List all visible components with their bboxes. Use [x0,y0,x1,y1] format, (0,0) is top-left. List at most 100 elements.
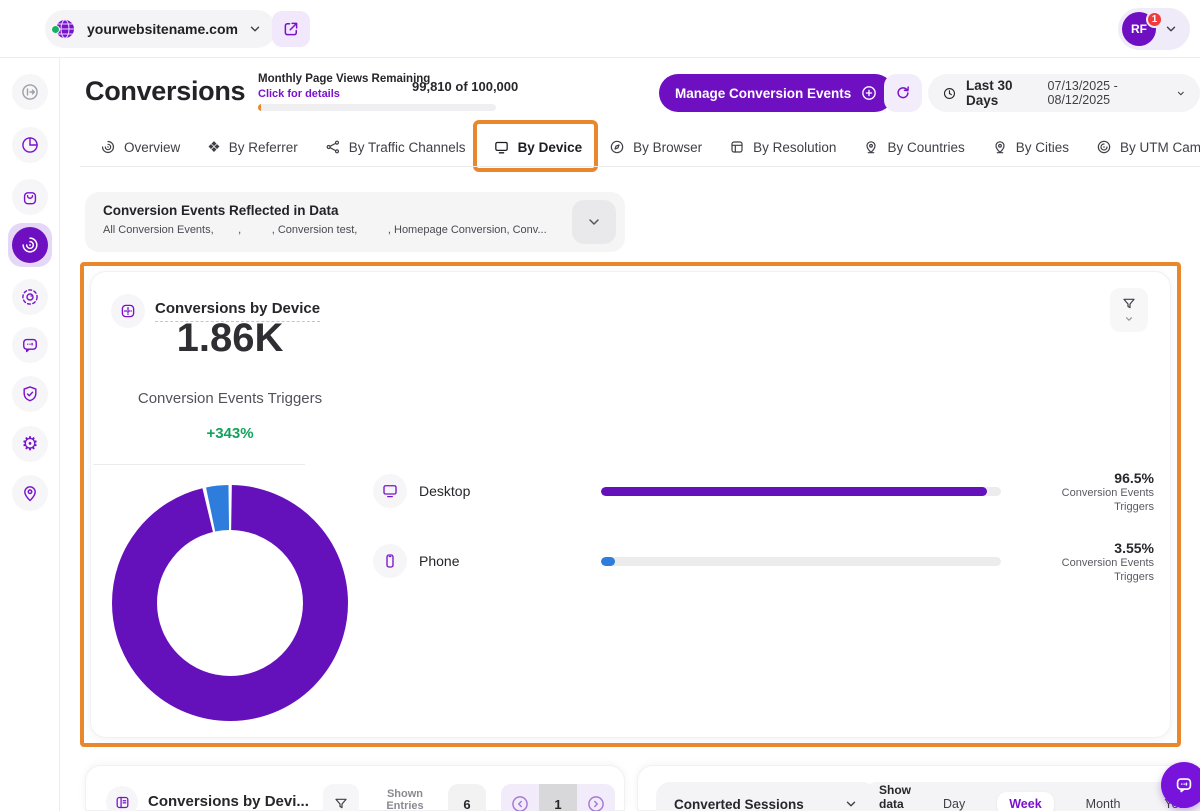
prev-page-button[interactable] [501,784,539,811]
chat-bubble-icon [20,335,40,355]
tab-label: By Traffic Channels [349,140,466,155]
diamond-icon: ❖ [207,140,220,155]
sidebar-item-privacy[interactable] [12,376,48,412]
website-selector[interactable]: yourwebsitename.com [45,10,276,48]
gear-icon: ⚙ [21,435,38,454]
refresh-icon [894,84,912,102]
plus-circle-icon [860,84,878,102]
pin-icon [863,139,879,155]
metric-dropdown-label: Converted Sessions [674,797,804,811]
sidebar-item-recordings[interactable] [12,279,48,315]
chevron-down-icon [844,797,858,811]
table-filter-button[interactable] [323,784,359,811]
sidebar-item-ecommerce[interactable] [12,179,48,215]
tab-by-device[interactable]: By Device [493,128,583,166]
tab-by-utm-campaign[interactable]: By UTM Campaign [1096,128,1200,166]
manage-conversion-events-button[interactable]: Manage Conversion Events [659,74,894,112]
tab-by-cities[interactable]: By Cities [992,128,1069,166]
user-menu[interactable]: RF 1 [1118,8,1190,50]
tab-by-referrer[interactable]: ❖ By Referrer [207,128,297,166]
desktop-bar-track [601,487,1001,496]
report-tabs: Overview ❖ By Referrer By Traffic Channe… [100,128,1200,166]
quota-progress-bar [258,104,496,111]
table-icon [106,786,138,811]
tab-by-browser[interactable]: By Browser [609,128,702,166]
tab-by-countries[interactable]: By Countries [863,128,964,166]
total-value: 1.86K [129,316,331,361]
spiral-icon [100,139,116,155]
session-camera-icon [20,287,40,307]
avatar-initials: RF [1131,22,1147,36]
date-range-label: Last 30 Days [966,78,1039,108]
arrow-left-circle-icon [510,794,530,811]
phone-metric-label2: Triggers [1062,570,1154,584]
compass-icon [609,139,625,155]
network-icon [325,139,341,155]
location-pin-icon [20,483,40,503]
tab-label: Overview [124,140,180,155]
phone-percent: 3.55% [1062,540,1154,556]
manage-button-label: Manage Conversion Events [675,86,851,101]
phone-metric-label: Conversion Events [1062,556,1154,570]
support-chat-button[interactable] [1161,762,1200,808]
desktop-percent: 96.5% [1062,470,1154,486]
conversions-table-card: Conversions by Devi... Shown Entries 1-2… [85,765,625,811]
quota-label: Monthly Page Views Remaining [258,73,430,85]
shown-entries-label: Shown Entries [367,788,443,811]
quota-value: 99,810 of 100,000 [412,79,518,94]
total-change: +343% [129,425,331,442]
desktop-metric-label2: Triggers [1062,500,1154,514]
tab-overview[interactable]: Overview [100,128,180,166]
chevron-down-icon [1176,88,1186,99]
sidebar-item-locations[interactable] [12,475,48,511]
sidebar-item-analytics[interactable] [12,127,48,163]
device-donut-svg [112,485,348,721]
refresh-button[interactable] [884,74,922,112]
sidebar-item-conversions[interactable] [8,223,52,267]
sidebar-item-settings[interactable]: ⚙ [12,426,48,462]
window-icon [729,139,745,155]
next-page-button[interactable] [577,784,615,811]
granularity-week[interactable]: Week [997,792,1053,811]
open-website-button[interactable] [272,11,310,47]
current-page: 1 [539,784,577,811]
granularity-month[interactable]: Month [1074,792,1133,811]
events-filter-expand-button[interactable] [572,200,616,244]
table-card-title[interactable]: Conversions by Devi... [148,793,309,811]
tab-by-resolution[interactable]: By Resolution [729,128,836,166]
phone-bar-fill [601,557,615,566]
legend-label-desktop: Desktop [419,483,470,499]
external-link-icon [282,20,300,38]
shopping-bag-icon [20,187,40,207]
stat-divider [93,464,305,465]
card-filter-button[interactable] [1110,288,1148,332]
website-globe-icon [53,17,77,41]
tab-label: By UTM Campaign [1120,140,1200,155]
sidebar-item-collapse[interactable] [12,74,48,110]
shown-entries: Shown Entries 1-2/2 [367,788,443,811]
quota-details-link[interactable]: Click for details [258,88,340,100]
tab-by-traffic-channels[interactable]: By Traffic Channels [325,128,466,166]
funnel-icon [333,796,349,811]
legend-label-phone: Phone [419,553,459,569]
tab-label: By Referrer [229,140,298,155]
sidebar: ⚙ [0,58,60,811]
notification-badge: 1 [1146,11,1163,28]
granularity-day[interactable]: Day [931,792,977,811]
desktop-bar-fill [601,487,987,496]
desktop-percent-block: 96.5% Conversion Events Triggers [1062,470,1154,514]
chevron-down-icon [586,214,602,230]
phone-bar-track [601,557,1001,566]
date-range-picker[interactable]: Last 30 Days 07/13/2025 - 08/12/2025 [928,74,1200,112]
arrow-right-circle-icon [586,794,606,811]
monitor-icon [493,139,510,156]
desktop-metric-label: Conversion Events [1062,486,1154,500]
funnel-icon [1121,296,1137,312]
page-size-selector[interactable]: 6 [448,784,486,811]
metric-dropdown[interactable]: Converted Sessions [656,782,876,811]
total-label: Conversion Events Triggers [99,390,361,407]
tabs-divider [80,166,1200,167]
tab-label: By Countries [887,140,964,155]
sidebar-item-feedback[interactable] [12,327,48,363]
show-data-by-group: Show data by: Day Week Month Year [863,782,1200,811]
